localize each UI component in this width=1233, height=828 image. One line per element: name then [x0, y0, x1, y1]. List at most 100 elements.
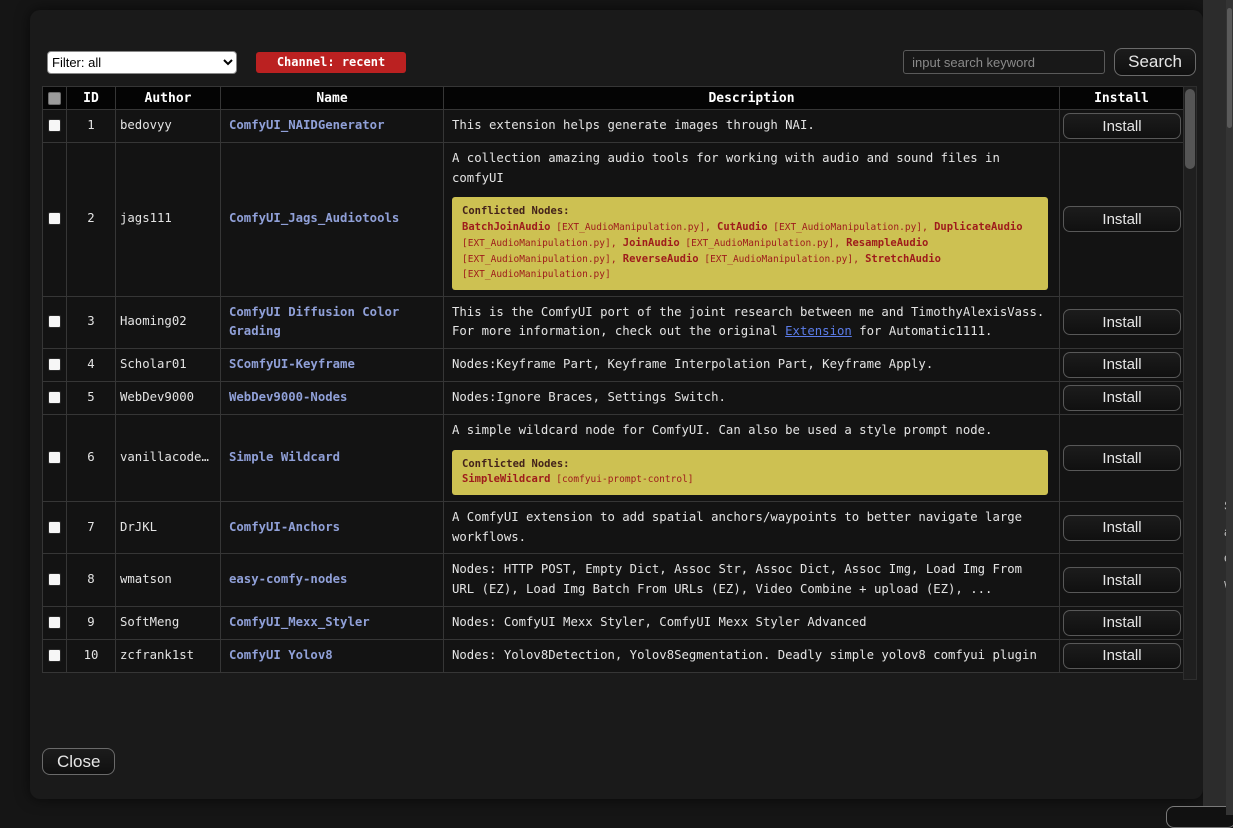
filter-select[interactable]: Filter: all [47, 51, 237, 74]
custom-nodes-dialog: Filter: all Channel: recent Search ID Au… [30, 10, 1203, 799]
table-header-row: ID Author Name Description Install [43, 87, 1184, 110]
row-name-cell: WebDev9000-Nodes [221, 381, 444, 414]
row-install-cell: Install [1060, 639, 1184, 672]
extension-name-link[interactable]: easy-comfy-nodes [229, 572, 347, 586]
row-author: wmatson [116, 554, 221, 606]
author-text: vanillacode314 [120, 448, 216, 468]
row-author: Haoming02 [116, 296, 221, 348]
install-button[interactable]: Install [1063, 610, 1181, 636]
row-checkbox-cell [43, 143, 67, 297]
row-description: This extension helps generate images thr… [444, 110, 1060, 143]
row-author: vanillacode314 [116, 414, 221, 501]
table-row: 7DrJKLComfyUI-AnchorsA ComfyUI extension… [43, 502, 1184, 554]
install-button[interactable]: Install [1063, 445, 1181, 471]
install-button[interactable]: Install [1063, 567, 1181, 593]
row-install-cell: Install [1060, 381, 1184, 414]
install-button[interactable]: Install [1063, 206, 1181, 232]
row-select-checkbox[interactable] [48, 649, 61, 662]
install-button[interactable]: Install [1063, 515, 1181, 541]
author-text: DrJKL [120, 518, 216, 538]
description-text: Nodes:Ignore Braces, Settings Switch. [452, 388, 1051, 408]
table-row: 10zcfrank1stComfyUI Yolov8Nodes: Yolov8D… [43, 639, 1184, 672]
row-id: 8 [67, 554, 116, 606]
install-button[interactable]: Install [1063, 385, 1181, 411]
row-description: Nodes: HTTP POST, Empty Dict, Assoc Str,… [444, 554, 1060, 606]
row-checkbox-cell [43, 606, 67, 639]
row-select-checkbox[interactable] [48, 119, 61, 132]
row-select-checkbox[interactable] [48, 212, 61, 225]
row-author: DrJKL [116, 502, 221, 554]
row-id: 2 [67, 143, 116, 297]
table-row: 2jags111ComfyUI_Jags_AudiotoolsA collect… [43, 143, 1184, 297]
install-button[interactable]: Install [1063, 309, 1181, 335]
extension-name-link[interactable]: ComfyUI-Anchors [229, 520, 340, 534]
row-checkbox-cell [43, 296, 67, 348]
table-row: 8wmatson easy-comfy-nodes Nodes: HTTP POST… [43, 554, 1184, 606]
row-select-checkbox[interactable] [48, 616, 61, 629]
search-input[interactable] [903, 50, 1105, 74]
header-author: Author [116, 87, 221, 110]
row-author: jags111 [116, 143, 221, 297]
row-install-cell: Install [1060, 414, 1184, 501]
author-text: SoftMeng [120, 613, 216, 633]
page-scrollbar[interactable] [1226, 0, 1233, 815]
row-name-cell: ComfyUI_Mexx_Styler [221, 606, 444, 639]
row-install-cell: Install [1060, 348, 1184, 381]
row-select-checkbox[interactable] [48, 391, 61, 404]
header-checkbox-cell [43, 87, 67, 110]
description-text: This is the ComfyUI port of the joint re… [452, 303, 1051, 342]
nodes-table-container: ID Author Name Description Install 1bedo… [42, 86, 1197, 680]
description-text: Nodes: HTTP POST, Empty Dict, Assoc Str,… [452, 560, 1051, 599]
author-text: WebDev9000 [120, 388, 216, 408]
row-id: 5 [67, 381, 116, 414]
row-select-checkbox[interactable] [48, 315, 61, 328]
install-button[interactable]: Install [1063, 643, 1181, 669]
table-row: 4Scholar01SComfyUI-KeyframeNodes:Keyfram… [43, 348, 1184, 381]
row-description: Nodes:Ignore Braces, Settings Switch. [444, 381, 1060, 414]
conflict-title: Conflicted Nodes: [462, 204, 1038, 220]
close-button[interactable]: Close [42, 748, 115, 775]
install-button[interactable]: Install [1063, 352, 1181, 378]
table-row: 1bedovyyComfyUI_NAIDGeneratorThis extens… [43, 110, 1184, 143]
row-install-cell: Install [1060, 110, 1184, 143]
description-link[interactable]: Extension [785, 324, 852, 338]
table-scrollbar-thumb[interactable] [1185, 89, 1195, 169]
table-scrollbar[interactable] [1183, 86, 1197, 680]
extension-name-link[interactable]: ComfyUI Diffusion Color Grading [229, 305, 399, 339]
extension-name-link[interactable]: ComfyUI_Mexx_Styler [229, 615, 370, 629]
install-button[interactable]: Install [1063, 113, 1181, 139]
table-row: 3Haoming02ComfyUI Diffusion Color Gradin… [43, 296, 1184, 348]
row-author: bedovyy [116, 110, 221, 143]
row-select-checkbox[interactable] [48, 573, 61, 586]
extension-name-link[interactable]: ComfyUI Yolov8 [229, 648, 333, 662]
extension-name-link[interactable]: ComfyUI_Jags_Audiotools [229, 211, 399, 225]
row-install-cell: Install [1060, 502, 1184, 554]
row-name-cell: ComfyUI-Anchors [221, 502, 444, 554]
search-button[interactable]: Search [1114, 48, 1196, 76]
row-author: SoftMeng [116, 606, 221, 639]
author-text: zcfrank1st [120, 646, 216, 666]
page-scrollbar-thumb[interactable] [1227, 8, 1232, 128]
row-id: 3 [67, 296, 116, 348]
background-partial-button [1166, 806, 1233, 828]
row-select-checkbox[interactable] [48, 358, 61, 371]
extension-name-link[interactable]: SComfyUI-Keyframe [229, 357, 355, 371]
row-checkbox-cell [43, 414, 67, 501]
row-author: WebDev9000 [116, 381, 221, 414]
row-select-checkbox[interactable] [48, 451, 61, 464]
conflict-title: Conflicted Nodes: [462, 457, 1038, 473]
header-id: ID [67, 87, 116, 110]
extension-name-link[interactable]: WebDev9000-Nodes [229, 390, 347, 404]
extension-name-link[interactable]: Simple Wildcard [229, 450, 340, 464]
row-description: A ComfyUI extension to add spatial ancho… [444, 502, 1060, 554]
select-all-checkbox[interactable] [48, 92, 61, 105]
extension-name-link[interactable]: ComfyUI_NAIDGenerator [229, 118, 384, 132]
row-id: 6 [67, 414, 116, 501]
author-text: bedovyy [120, 116, 216, 136]
row-select-checkbox[interactable] [48, 521, 61, 534]
row-id: 4 [67, 348, 116, 381]
row-description: Nodes:Keyframe Part, Keyframe Interpolat… [444, 348, 1060, 381]
description-text: Nodes:Keyframe Part, Keyframe Interpolat… [452, 355, 1051, 375]
description-text: A simple wildcard node for ComfyUI. Can … [452, 421, 1051, 441]
table-row: 9SoftMengComfyUI_Mexx_StylerNodes: Comfy… [43, 606, 1184, 639]
